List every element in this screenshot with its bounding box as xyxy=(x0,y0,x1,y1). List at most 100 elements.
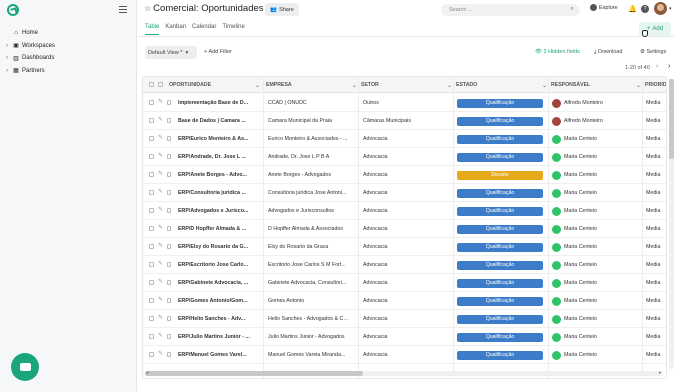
cell-estado[interactable]: Qualificação xyxy=(457,202,547,220)
select-all-checkbox[interactable] xyxy=(149,82,154,87)
star-icon[interactable]: ☆ xyxy=(144,4,151,13)
cell-setor[interactable]: Advocacia xyxy=(363,220,453,238)
tab-table[interactable]: Table xyxy=(145,24,160,35)
cell-setor[interactable]: Advocacia xyxy=(363,292,453,310)
expand-row-icon[interactable] xyxy=(167,352,171,357)
row-checkbox[interactable] xyxy=(149,154,154,159)
chevron-down-icon[interactable]: ⌄ xyxy=(542,82,547,89)
cell-estado[interactable]: Qualificação xyxy=(457,220,547,238)
cell-prioridade[interactable]: Media xyxy=(646,112,666,130)
edit-icon[interactable]: ✎ xyxy=(158,350,163,357)
help-icon[interactable]: ? xyxy=(641,5,649,13)
cell-estado[interactable]: Qualificação xyxy=(457,148,547,166)
cell-responsavel[interactable]: Alfredo Monteiro xyxy=(552,94,642,112)
cell-empresa[interactable]: Eurico Monteiro & Associados - ... xyxy=(268,130,358,148)
cell-responsavel[interactable]: Maria Centeio xyxy=(552,184,642,202)
column-header-1[interactable]: EMPRESA ⌄ xyxy=(266,77,361,93)
chevron-right-icon[interactable]: › xyxy=(668,63,670,70)
chevron-down-icon[interactable]: ⌄ xyxy=(447,82,452,89)
edit-icon[interactable]: ✎ xyxy=(158,116,163,123)
edit-icon[interactable]: ✎ xyxy=(158,152,163,159)
cell-empresa[interactable]: Anete Borges - Advogados xyxy=(268,166,358,184)
cell-oportunidade[interactable]: ERP/Julio Martins Junior - ... xyxy=(178,328,266,346)
column-header-0[interactable]: OPORTUNIDADE ⌄ xyxy=(169,77,264,93)
column-header-2[interactable]: SETOR ⌄ xyxy=(361,77,456,93)
row-checkbox[interactable] xyxy=(149,352,154,357)
chevron-left-icon[interactable]: ‹ xyxy=(656,63,658,70)
cell-empresa[interactable]: Escritorio Jose Carlos S M Fort... xyxy=(268,256,358,274)
cell-empresa[interactable]: Manuel Gomes Vareia Miranda... xyxy=(268,346,358,364)
edit-icon[interactable]: ✎ xyxy=(158,98,163,105)
cell-responsavel[interactable]: Maria Centeio xyxy=(552,328,642,346)
cell-prioridade[interactable]: Media xyxy=(646,94,666,112)
edit-icon[interactable]: ✎ xyxy=(158,188,163,195)
chevron-down-icon[interactable]: ⌄ xyxy=(255,82,260,89)
cell-responsavel[interactable]: Maria Centeio xyxy=(552,256,642,274)
cell-oportunidade[interactable]: ERP/Eurico Monteiro & As... xyxy=(178,130,266,148)
cell-oportunidade[interactable]: ERP/Helio Sanches - Adv... xyxy=(178,310,266,328)
table-row[interactable]: ✎ ERP/Julio Martins Junior - ... Julio Mar… xyxy=(143,328,666,346)
sidebar-item-home[interactable]: ⌂ Home xyxy=(6,27,134,40)
row-checkbox[interactable] xyxy=(149,334,154,339)
cell-responsavel[interactable]: Maria Centeio xyxy=(552,274,642,292)
expand-row-icon[interactable] xyxy=(167,298,171,303)
cell-prioridade[interactable]: Media xyxy=(646,310,666,328)
table-row[interactable]: ✎ Implementação Base de D... CCAD | ONUDC O… xyxy=(143,94,666,112)
cell-estado[interactable]: Qualificação xyxy=(457,94,547,112)
cell-setor[interactable]: Advocacia xyxy=(363,346,453,364)
cell-responsavel[interactable]: Maria Centeio xyxy=(552,346,642,364)
view-select[interactable]: Default View * ▾ xyxy=(145,46,197,59)
cell-empresa[interactable]: Consultoria juridica Jose Antoni... xyxy=(268,184,358,202)
row-checkbox[interactable] xyxy=(149,208,154,213)
row-checkbox[interactable] xyxy=(149,262,154,267)
row-checkbox[interactable] xyxy=(149,100,154,105)
cell-empresa[interactable]: CCAD | ONUDC xyxy=(268,94,358,112)
bell-icon[interactable]: 🔔 xyxy=(628,5,637,13)
chevron-down-icon[interactable]: ⌄ xyxy=(636,82,641,89)
cell-prioridade[interactable]: Media xyxy=(646,184,666,202)
cell-estado[interactable]: Desiste xyxy=(457,166,547,184)
expand-row-icon[interactable] xyxy=(167,118,171,123)
cell-empresa[interactable]: Andrade, Dr. Jose L P B A xyxy=(268,148,358,166)
cell-setor[interactable]: Advocacia xyxy=(363,256,453,274)
row-checkbox[interactable] xyxy=(149,136,154,141)
cell-prioridade[interactable]: Media xyxy=(646,292,666,310)
edit-icon[interactable]: ✎ xyxy=(158,206,163,213)
cell-empresa[interactable]: Helio Sanches - Advogados & C... xyxy=(268,310,358,328)
table-row[interactable]: ✎ ERP/Elsy do Rosario da G... Elsy do Rosa… xyxy=(143,238,666,256)
add-filter-button[interactable]: + Add Filter xyxy=(204,49,232,55)
table-row[interactable]: ✎ ERP/Gabinete Advocacia, ... Gabinete Adv… xyxy=(143,274,666,292)
cell-empresa[interactable]: Camara Municipal da Praia xyxy=(268,112,358,130)
expand-row-icon[interactable] xyxy=(167,154,171,159)
cell-setor[interactable]: Advocacia xyxy=(363,328,453,346)
table-row[interactable]: ✎ ERP/Escritorio Jose Carlo... Escritorio … xyxy=(143,256,666,274)
cell-oportunidade[interactable]: ERP/Escritorio Jose Carlo... xyxy=(178,256,266,274)
cell-oportunidade[interactable]: Implementação Base de D... xyxy=(178,94,266,112)
expand-row-icon[interactable] xyxy=(167,226,171,231)
table-row[interactable]: ✎ ERP/Advogados e Jurisco... Advogados e J… xyxy=(143,202,666,220)
cell-responsavel[interactable]: Maria Centeio xyxy=(552,202,642,220)
download-button[interactable]: ⤓ Download xyxy=(594,49,622,56)
vertical-scrollbar[interactable] xyxy=(669,79,674,369)
cell-prioridade[interactable]: Media xyxy=(646,238,666,256)
cell-prioridade[interactable]: Media xyxy=(646,274,666,292)
cell-prioridade[interactable]: Media xyxy=(646,346,666,364)
hidden-fields-button[interactable]: 👁 2 Hidden fields xyxy=(535,49,580,55)
cell-responsavel[interactable]: Maria Centeio xyxy=(552,130,642,148)
column-header-3[interactable]: ESTADO ⌄ xyxy=(456,77,551,93)
table-row[interactable]: ✎ ERP/D Hopffer Almada & ... D Hopffer Alm… xyxy=(143,220,666,238)
cell-prioridade[interactable]: Media xyxy=(646,220,666,238)
cell-estado[interactable]: Qualificação xyxy=(457,292,547,310)
expand-row-icon[interactable] xyxy=(167,190,171,195)
cell-oportunidade[interactable]: ERP/Advogados e Jurisco... xyxy=(178,202,266,220)
table-row[interactable]: ✎ ERP/Andrade, Dr. Jose L ... Andrade, Dr.… xyxy=(143,148,666,166)
row-checkbox[interactable] xyxy=(149,172,154,177)
cell-setor[interactable]: Câmaras Municipais xyxy=(363,112,453,130)
cell-setor[interactable]: Advocacia xyxy=(363,130,453,148)
cell-oportunidade[interactable]: ERP/D Hopffer Almada & ... xyxy=(178,220,266,238)
cell-responsavel[interactable]: Maria Centeio xyxy=(552,238,642,256)
chat-icon[interactable] xyxy=(11,353,39,381)
sidebar-item-workspaces[interactable]: › ▣ Workspaces xyxy=(6,40,134,53)
cell-prioridade[interactable]: Media xyxy=(646,328,666,346)
cell-setor[interactable]: Advocacia xyxy=(363,238,453,256)
